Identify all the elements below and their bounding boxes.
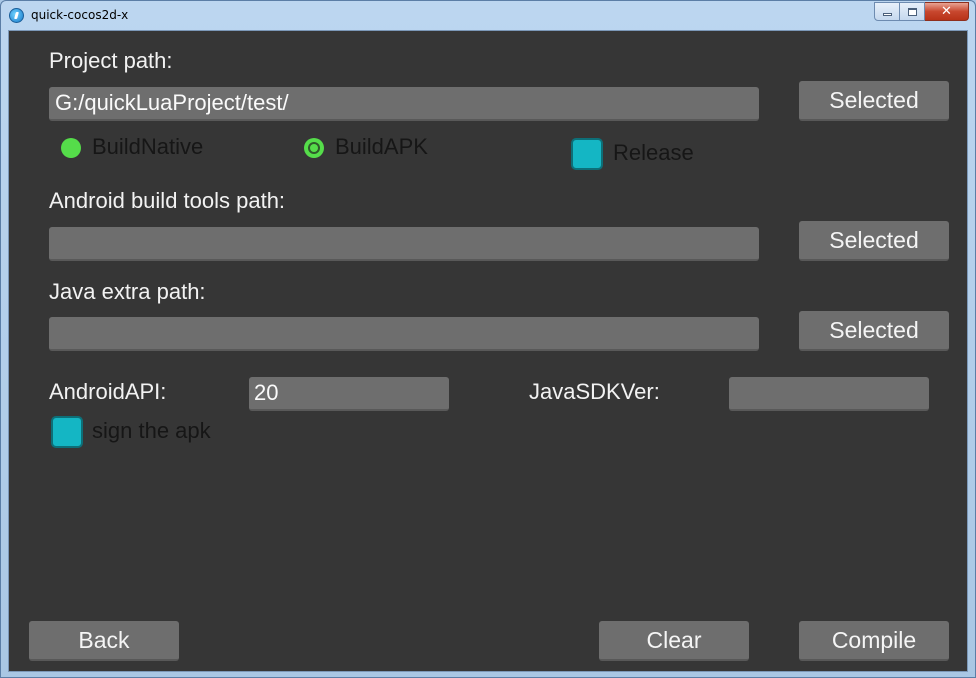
compile-button[interactable]: Compile xyxy=(799,621,949,661)
maximize-button[interactable] xyxy=(900,2,925,21)
android-tools-label: Android build tools path: xyxy=(49,188,286,213)
window-controls: ✕ xyxy=(874,2,969,21)
android-api-label: AndroidAPI: xyxy=(49,379,167,404)
minimize-button[interactable] xyxy=(874,2,900,21)
title-bar[interactable]: quick-cocos2d-x ✕ xyxy=(1,1,975,29)
release-checkbox[interactable] xyxy=(571,138,603,170)
back-button[interactable]: Back xyxy=(29,621,179,661)
build-panel: Project path: G:/quickLuaProject/test/ S… xyxy=(8,30,968,672)
java-extra-select-button[interactable]: Selected xyxy=(799,311,949,351)
project-path-select-button[interactable]: Selected xyxy=(799,81,949,121)
project-path-input[interactable]: G:/quickLuaProject/test/ xyxy=(49,87,759,121)
java-extra-path-input[interactable] xyxy=(49,317,759,351)
android-tools-path-input[interactable] xyxy=(49,227,759,261)
android-tools-select-button[interactable]: Selected xyxy=(799,221,949,261)
maximize-icon xyxy=(907,7,917,16)
sign-apk-label[interactable]: sign the apk xyxy=(92,418,211,444)
sign-apk-checkbox[interactable] xyxy=(51,416,83,448)
build-apk-radio[interactable] xyxy=(304,138,324,158)
android-api-input[interactable]: 20 xyxy=(249,377,449,411)
java-sdk-label: JavaSDKVer: xyxy=(529,379,660,404)
app-icon xyxy=(9,8,24,23)
project-path-label: Project path: xyxy=(49,48,173,73)
minimize-icon xyxy=(882,13,892,16)
app-window: quick-cocos2d-x ✕ Project path: G:/quick… xyxy=(0,0,976,678)
close-icon: ✕ xyxy=(941,4,952,19)
build-native-radio[interactable] xyxy=(61,138,81,158)
build-native-label[interactable]: BuildNative xyxy=(92,134,203,160)
clear-button[interactable]: Clear xyxy=(599,621,749,661)
java-extra-label: Java extra path: xyxy=(49,279,206,304)
build-apk-label[interactable]: BuildAPK xyxy=(335,134,428,160)
release-label[interactable]: Release xyxy=(613,140,694,166)
java-sdk-input[interactable] xyxy=(729,377,929,411)
window-title: quick-cocos2d-x xyxy=(31,8,129,22)
close-button[interactable]: ✕ xyxy=(925,2,969,21)
